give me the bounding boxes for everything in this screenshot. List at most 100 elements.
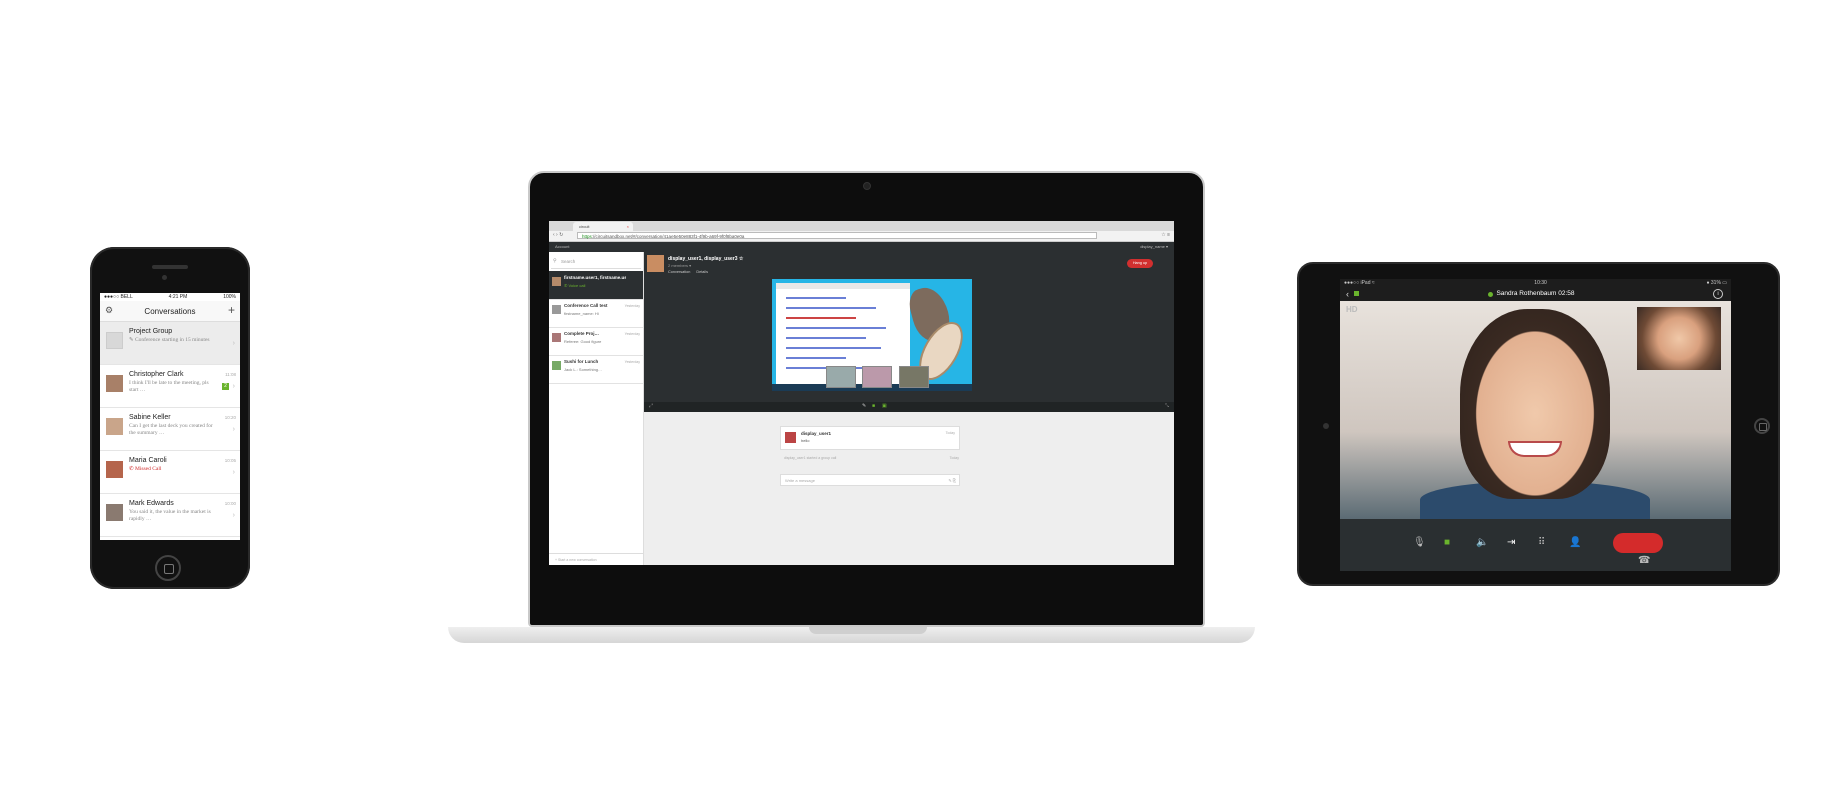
- battery: 100%: [223, 294, 236, 300]
- tablet-battery: ● 31% ▭: [1706, 280, 1727, 286]
- transfer-icon[interactable]: ⇥: [1507, 537, 1515, 548]
- conversation-preview: firstname_name: Hi: [564, 311, 599, 316]
- tab-conversation[interactable]: Conversation: [668, 270, 690, 274]
- new-conversation-button[interactable]: + Start a new conversation: [549, 553, 643, 565]
- hd-indicator: HD: [1346, 305, 1358, 314]
- browser-menu-icon[interactable]: ☆ ≡: [1161, 232, 1170, 238]
- conversation-time: 11:08: [225, 372, 236, 377]
- account-label[interactable]: Account: [555, 244, 569, 249]
- avatar: [106, 461, 123, 478]
- close-tab-icon[interactable]: ×: [627, 222, 629, 231]
- smartphone-device: ●●●○○ BELL 4:21 PM 100% ⚙ Conversations …: [90, 247, 250, 589]
- message-author: display_user1: [801, 431, 832, 436]
- tablet-clock: 10:30: [1534, 280, 1547, 286]
- tab-details[interactable]: Details: [696, 270, 708, 274]
- url-scheme: https: [582, 234, 592, 239]
- user-menu[interactable]: display_name ▾: [1140, 242, 1168, 252]
- conversation-preview: I think I'll be late to the meeting, pls…: [129, 380, 209, 393]
- voice-call-status: ✆ Voice call: [564, 283, 586, 288]
- add-conversation-icon[interactable]: +: [228, 303, 235, 317]
- tablet-device: ●●●○○ iPad ≈ 10:30 ● 31% ▭ ‹ Sandra Roth…: [1297, 262, 1780, 586]
- mute-icon[interactable]: 🎙: [1413, 537, 1426, 548]
- conversation-title: display_user1, display_user3 ☆: [668, 256, 744, 262]
- list-item[interactable]: Sabine Keller Can I get the last deck yo…: [100, 408, 240, 451]
- phone-camera: [162, 275, 167, 280]
- screen-share-icon[interactable]: ▣: [882, 403, 887, 409]
- phone-home-button[interactable]: [155, 555, 181, 581]
- phone-speaker: [152, 265, 188, 269]
- list-item[interactable]: Mark Edwards You said it, the value in t…: [100, 494, 240, 537]
- tablet-home-button[interactable]: [1754, 418, 1770, 434]
- phone-nav-bar: ⚙ Conversations +: [100, 301, 240, 322]
- chevron-right-icon: ›: [232, 469, 235, 476]
- hang-up-button[interactable]: Hang up: [1127, 259, 1153, 268]
- self-view-video[interactable]: [1637, 307, 1721, 370]
- fullscreen-icon[interactable]: ⤡: [1165, 403, 1169, 409]
- speaker-icon[interactable]: 🔈: [1476, 537, 1488, 548]
- video-icon[interactable]: ■: [1444, 537, 1450, 548]
- conversation-preview: Jack L.: Something…: [564, 367, 603, 372]
- back-forward-icon[interactable]: ‹ › ↻: [553, 232, 563, 238]
- conversation-name: Sabine Keller: [129, 414, 171, 421]
- gear-icon[interactable]: ⚙: [105, 305, 113, 316]
- conversation-name: Christopher Clark: [129, 371, 184, 378]
- message-input[interactable]: Write a message ✎ ⎘: [780, 474, 960, 486]
- tab-label: circuit: [579, 224, 590, 229]
- conversation-name: Sushi for Lunch: [564, 359, 599, 364]
- conversation-preview: Can I get the last deck you created for …: [129, 423, 213, 436]
- shared-text-line: [786, 357, 846, 359]
- conversation-name: firstname.user1, firstname.user4: [564, 275, 626, 280]
- message-text: hello: [801, 438, 810, 443]
- avatar: [552, 361, 561, 370]
- shared-text-line: [786, 317, 856, 319]
- avatar: [106, 375, 123, 392]
- chat-message: display_user1 hello Today: [780, 426, 960, 450]
- caller-name: Sandra Rothenbaum 02:58: [1496, 290, 1575, 297]
- chevron-right-icon: ›: [232, 340, 235, 347]
- shared-text-line: [786, 337, 866, 339]
- conversation-preview: You said it, the value in the market is …: [129, 509, 211, 522]
- conversation-name: Project Group: [129, 328, 173, 335]
- conversation-list: Project Group ✎ Conference starting in 1…: [100, 322, 240, 537]
- avatar: [552, 305, 561, 314]
- list-item[interactable]: Maria Caroli ✆ Missed Call 10:05 ›: [100, 451, 240, 494]
- keypad-icon[interactable]: ⠿: [1538, 537, 1545, 548]
- participant-thumbnail[interactable]: [826, 366, 856, 388]
- participant-thumbnail[interactable]: [862, 366, 892, 388]
- search-input[interactable]: ⚲ Search: [551, 254, 641, 269]
- shared-text-line: [786, 307, 876, 309]
- tablet-status-bar: ●●●○○ iPad ≈ 10:30 ● 31% ▭: [1340, 279, 1731, 287]
- list-item[interactable]: Complete Proj… Referee: Good figure Yest…: [549, 327, 643, 356]
- avatar: [106, 504, 123, 521]
- conversation-time: 10:00: [224, 501, 236, 506]
- conversation-time: 10:05: [224, 458, 236, 463]
- video-person-face: [1460, 309, 1610, 499]
- mute-icon[interactable]: ✎: [862, 403, 866, 409]
- member-count[interactable]: 2 members ▾: [668, 263, 691, 268]
- list-item[interactable]: Sushi for Lunch Jack L.: Something… Yest…: [549, 355, 643, 384]
- carrier: ●●●○○ BELL: [104, 294, 133, 300]
- system-time: Today: [949, 456, 959, 460]
- expand-icon[interactable]: ⤢: [649, 403, 653, 409]
- attach-icon[interactable]: ✎ ⎘: [948, 475, 956, 486]
- end-call-button[interactable]: ☎: [1613, 533, 1663, 566]
- list-item[interactable]: Project Group ✎ Conference starting in 1…: [100, 322, 240, 365]
- conversation-badge-icon: [1354, 291, 1359, 296]
- address-bar[interactable]: https://circuitsandbox.net/#/conversatio…: [577, 232, 1097, 239]
- clock: 4:21 PM: [168, 294, 188, 300]
- back-icon[interactable]: ‹: [1346, 287, 1349, 301]
- participant-thumbnail[interactable]: [899, 366, 929, 388]
- browser-tab[interactable]: circuit ×: [573, 222, 633, 231]
- search-placeholder: Search: [561, 259, 576, 264]
- system-message: display_user1 started a group call Today: [784, 456, 959, 460]
- add-participant-icon[interactable]: 👤: [1569, 537, 1581, 548]
- chevron-right-icon: ›: [232, 512, 235, 519]
- info-icon[interactable]: i: [1713, 289, 1723, 299]
- laptop-camera: [863, 182, 871, 190]
- video-icon[interactable]: ■: [872, 403, 875, 409]
- list-item[interactable]: Christopher Clark I think I'll be late t…: [100, 365, 240, 408]
- remote-video: HD: [1340, 301, 1731, 519]
- app-top-bar: Account display_name ▾: [549, 242, 1174, 252]
- list-item[interactable]: Conference Call test firstname_name: Hi …: [549, 299, 643, 328]
- list-item[interactable]: firstname.user1, firstname.user4 ✆ Voice…: [549, 271, 643, 300]
